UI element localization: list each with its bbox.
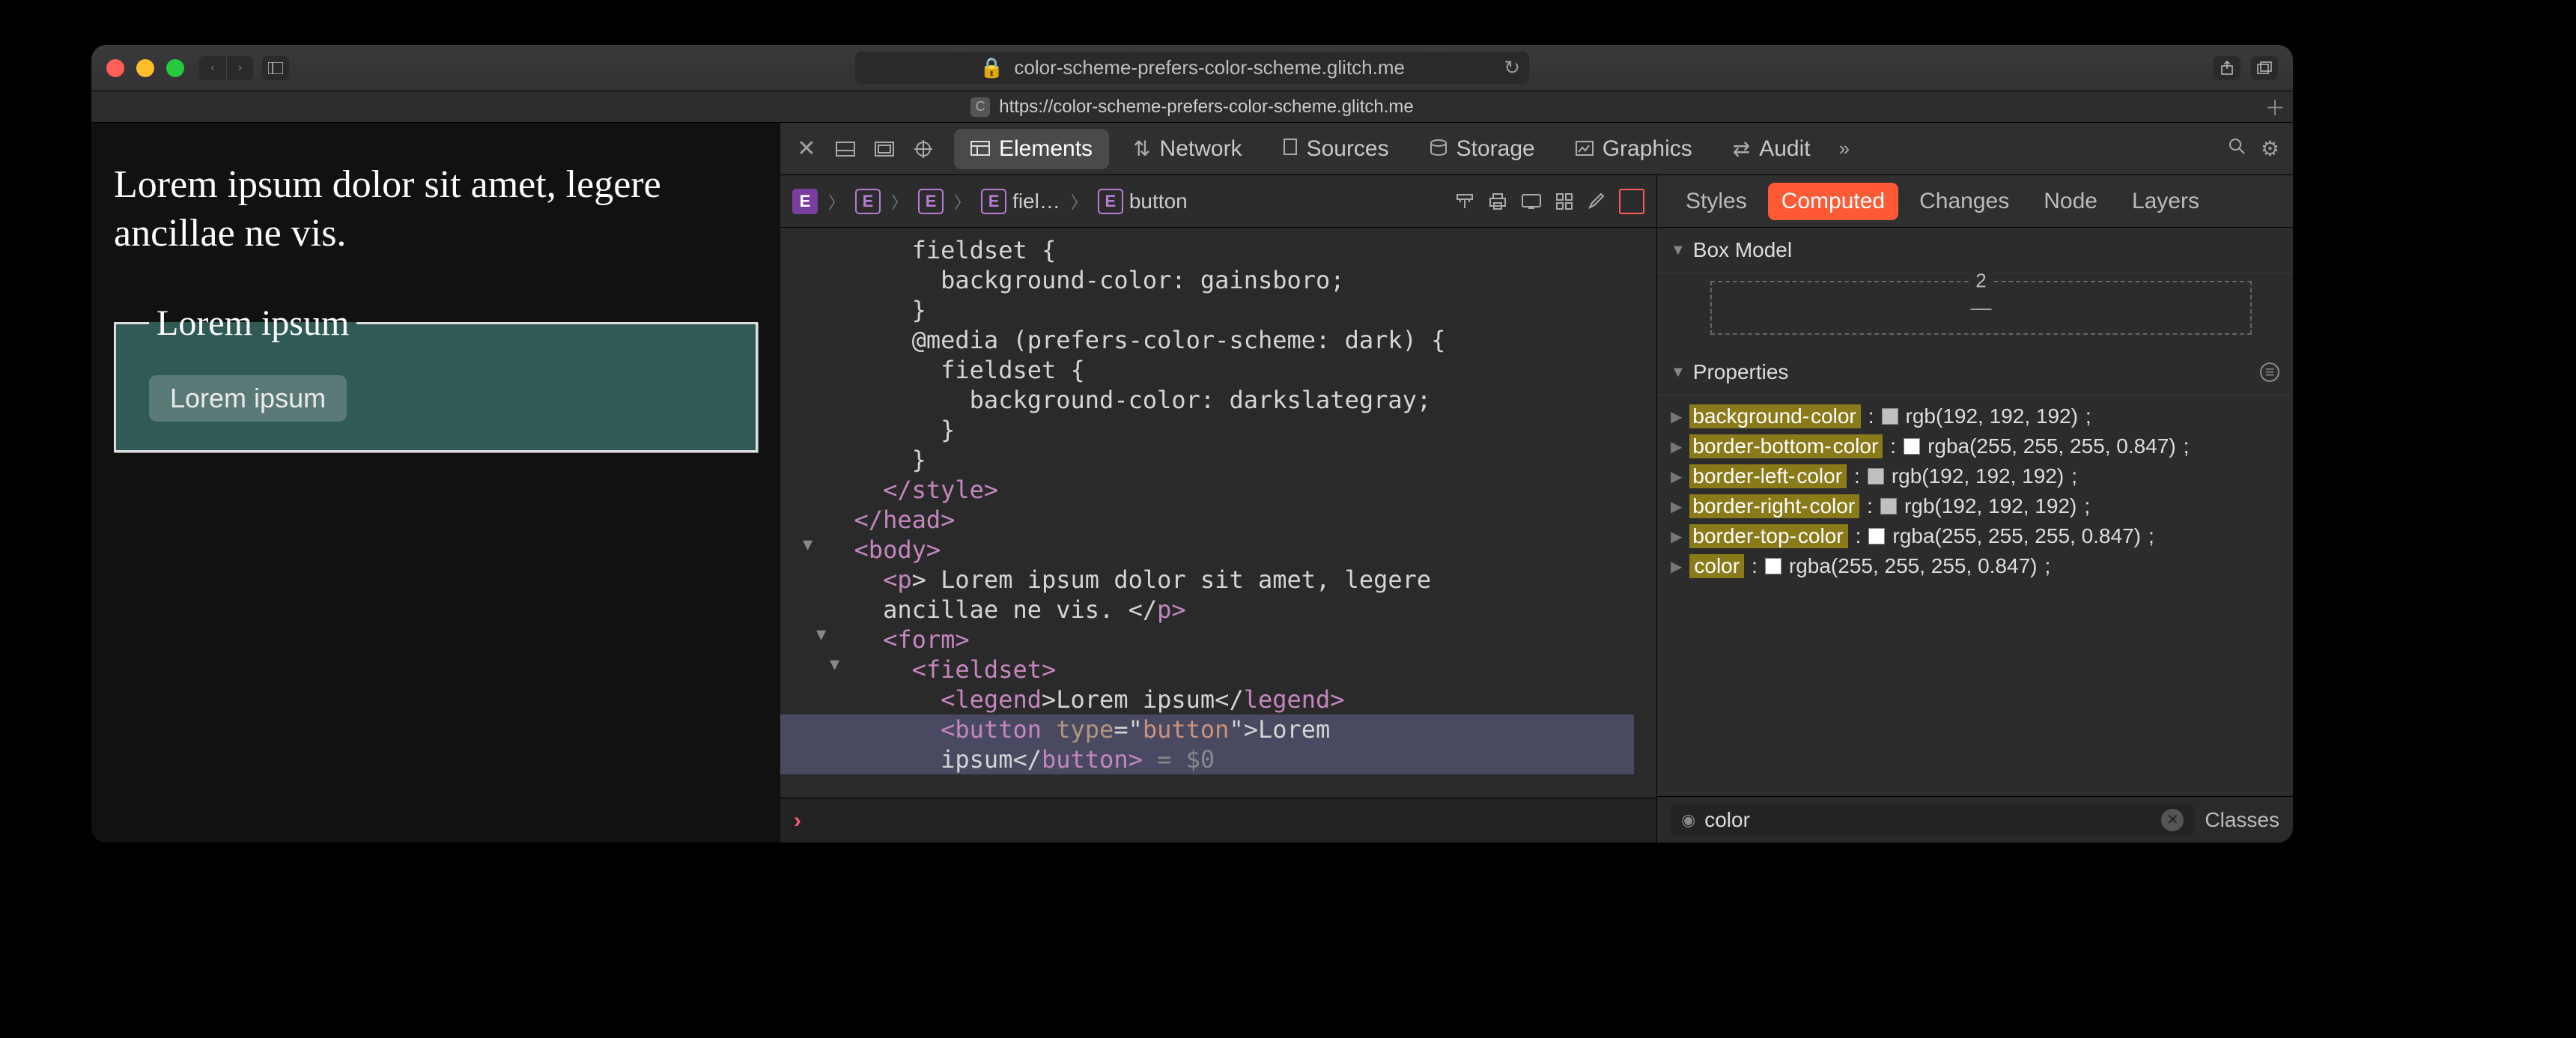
color-swatch (1880, 498, 1897, 515)
settings-gear-icon[interactable]: ⚙ (2261, 136, 2279, 161)
network-icon: ⇅ (1133, 136, 1150, 161)
tab-network[interactable]: ⇅ Network (1117, 129, 1259, 169)
print-styles-icon[interactable] (1489, 189, 1507, 214)
box-model-diagram: 2 — (1657, 273, 2293, 350)
prop-row[interactable]: ▶ border-left-color: rgb(192, 192, 192); (1671, 461, 2279, 491)
color-swatch (1882, 408, 1898, 425)
traffic-lights (106, 59, 184, 77)
disclosure-triangle-icon: ▼ (1671, 364, 1686, 381)
storage-icon (1430, 137, 1448, 161)
clear-filter-button[interactable]: ✕ (2161, 809, 2184, 831)
nav-forward-button[interactable]: › (226, 56, 253, 80)
dock-right-icon[interactable] (872, 136, 897, 162)
rtab-node[interactable]: Node (2030, 183, 2111, 220)
url-text: color-scheme-prefers-color-scheme.glitch… (1014, 56, 1405, 79)
properties-header[interactable]: ▼ Properties ≡ (1657, 350, 2293, 395)
grid-view-icon[interactable] (1556, 189, 1573, 214)
lock-icon: 🔒 (979, 56, 1003, 79)
prop-row[interactable]: ▶ border-bottom-color: rgba(255, 255, 25… (1671, 431, 2279, 461)
nav-back-button[interactable]: ‹ (199, 56, 226, 80)
color-swatch (1868, 468, 1884, 485)
audit-icon: ⇄ (1733, 136, 1750, 161)
computed-properties-list[interactable]: ▶ background-color: rgb(192, 192, 192); … (1657, 395, 2293, 796)
elements-icon (970, 137, 990, 161)
rtab-changes[interactable]: Changes (1906, 183, 2023, 220)
share-button[interactable] (2214, 56, 2241, 80)
crumb-1[interactable]: E (855, 189, 881, 214)
console-drawer[interactable]: › (780, 798, 1656, 843)
right-tabstrip: Styles Computed Changes Node Layers (1657, 175, 2293, 228)
element-picker-icon[interactable] (911, 136, 936, 162)
color-swatch (1904, 438, 1920, 455)
overflow-tabs-button[interactable]: » (1839, 137, 1850, 160)
crumb-button[interactable]: Ebutton (1098, 189, 1188, 214)
tabs-overview-button[interactable] (2251, 56, 2278, 80)
dom-tree[interactable]: fieldset { background-color: gainsboro; … (780, 228, 1656, 798)
sidebar-toggle-button[interactable] (262, 56, 289, 80)
devtools-tabstrip: ✕ Elements (780, 123, 2293, 175)
box-model-header[interactable]: ▼ Box Model (1657, 228, 2293, 273)
disclosure-triangle-icon: ▼ (1671, 242, 1686, 259)
composite-border-icon[interactable] (1619, 189, 1644, 214)
window-zoom-button[interactable] (166, 59, 184, 77)
prop-row[interactable]: ▶ border-top-color: rgba(255, 255, 255, … (1671, 521, 2279, 551)
filter-row: ◉ ✕ Classes (1657, 796, 2293, 843)
page-fieldset: Lorem ipsum Lorem ipsum (114, 303, 758, 452)
crumb-2[interactable]: E (918, 189, 944, 214)
selected-dom-node: <button type="button">Lorem (780, 714, 1634, 744)
prop-row[interactable]: ▶ border-right-color: rgb(192, 192, 192)… (1671, 491, 2279, 521)
filter-options-icon[interactable]: ≡ (2260, 362, 2279, 382)
properties-filter-input[interactable] (1704, 808, 2152, 832)
page-button[interactable]: Lorem ipsum (149, 375, 347, 422)
crumb-root[interactable]: E (792, 189, 818, 214)
devtools-panel: ✕ Elements (780, 123, 2293, 843)
graphics-icon (1576, 137, 1594, 161)
tab-title[interactable]: https://color-scheme-prefers-color-schem… (999, 97, 1414, 118)
rtab-computed[interactable]: Computed (1768, 183, 1898, 220)
dom-toolbar (1456, 189, 1644, 214)
prop-row[interactable]: ▶ background-color: rgb(192, 192, 192); (1671, 401, 2279, 431)
close-devtools-button[interactable]: ✕ (794, 136, 819, 162)
search-icon[interactable] (2228, 136, 2246, 161)
color-swatch (1765, 558, 1781, 574)
page-paragraph: Lorem ipsum dolor sit amet, legere ancil… (114, 160, 758, 258)
tab-audit[interactable]: ⇄ Audit (1716, 129, 1827, 169)
window-close-button[interactable] (106, 59, 124, 77)
dom-breadcrumb: E 〉 E 〉 E 〉 Efiel… 〉 Ebutton (780, 175, 1656, 228)
classes-toggle-button[interactable]: Classes (2205, 808, 2279, 832)
nav-back-forward: ‹ › (199, 56, 253, 80)
sources-icon (1283, 137, 1298, 161)
tab-sources[interactable]: Sources (1266, 129, 1406, 169)
prop-row[interactable]: ▶ color: rgba(255, 255, 255, 0.847); (1671, 551, 2279, 581)
tab-graphics[interactable]: Graphics (1559, 129, 1709, 169)
page-viewport: Lorem ipsum dolor sit amet, legere ancil… (91, 123, 780, 843)
reload-icon[interactable]: ↻ (1504, 56, 1520, 79)
layout-mode-icon[interactable] (1456, 189, 1474, 214)
dock-bottom-icon[interactable] (833, 136, 858, 162)
tab-bar: C https://color-scheme-prefers-color-sch… (91, 91, 2293, 123)
device-icon[interactable] (1522, 189, 1541, 214)
devtools-left-icons: ✕ (794, 136, 936, 162)
styles-sidebar: Styles Computed Changes Node Layers ▼ Bo… (1656, 175, 2293, 843)
page-legend: Lorem ipsum (149, 303, 356, 344)
url-bar[interactable]: 🔒 color-scheme-prefers-color-scheme.glit… (855, 52, 1529, 84)
rtab-layers[interactable]: Layers (2118, 183, 2213, 220)
new-tab-button[interactable]: ＋ (2264, 92, 2285, 122)
toolbar-right (2214, 56, 2278, 80)
page-form: Lorem ipsum Lorem ipsum (114, 303, 758, 452)
titlebar: ‹ › 🔒 color-scheme-prefers-color-scheme.… (91, 45, 2293, 91)
filter-icon: ◉ (1681, 810, 1695, 830)
tab-elements[interactable]: Elements (954, 129, 1109, 169)
console-prompt-icon: › (794, 808, 801, 834)
filter-input-container: ◉ ✕ (1671, 804, 2194, 837)
rtab-styles[interactable]: Styles (1672, 183, 1761, 220)
window-minimize-button[interactable] (136, 59, 154, 77)
paintbrush-icon[interactable] (1588, 189, 1604, 214)
browser-window: ‹ › 🔒 color-scheme-prefers-color-scheme.… (91, 45, 2293, 843)
color-swatch (1868, 528, 1885, 544)
tab-favicon: C (970, 97, 990, 117)
crumb-fieldset[interactable]: Efiel… (981, 189, 1060, 214)
tab-storage[interactable]: Storage (1413, 129, 1552, 169)
